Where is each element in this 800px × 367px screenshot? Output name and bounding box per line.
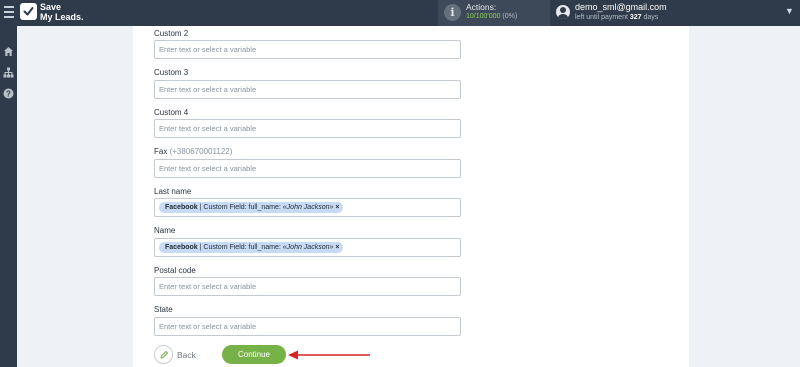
field-label-last-name: Last name — [154, 187, 192, 196]
sitemap-icon[interactable] — [3, 67, 14, 78]
tag-field: | Custom Field: full_name: — [199, 204, 281, 211]
actions-counter: i Actions: 10/100'000 (0%) — [438, 0, 550, 26]
tag-source: Facebook — [165, 244, 198, 251]
payment-prefix: left until payment — [575, 14, 628, 21]
fax-hint: (+380670001122) — [169, 147, 233, 156]
actions-total: /100'000 — [473, 13, 501, 20]
actions-percent: (0%) — [502, 13, 518, 20]
custom-4-input[interactable] — [154, 119, 461, 138]
last-name-input[interactable]: Facebook | Custom Field: full_name: «Joh… — [154, 198, 461, 217]
variable-tag[interactable]: Facebook | Custom Field: full_name: «Joh… — [159, 242, 344, 253]
fax-label: Fax — [154, 147, 168, 156]
field-label-fax: Fax (+380670001122) — [154, 147, 232, 156]
info-icon: i — [444, 4, 461, 21]
user-email[interactable]: demo_sml@gmail.com — [575, 2, 667, 12]
tag-field: | Custom Field: full_name: — [199, 244, 281, 251]
svg-text:?: ? — [6, 89, 11, 98]
field-label-state: State — [154, 305, 173, 314]
payment-status: left until payment 327 days — [575, 14, 658, 21]
annotation-arrow — [288, 350, 370, 360]
postal-code-input[interactable] — [154, 277, 461, 296]
field-label-postal-code: Postal code — [154, 266, 196, 275]
state-input[interactable] — [154, 317, 461, 336]
settings-panel — [133, 26, 689, 367]
payment-suffix: days — [643, 14, 659, 21]
actions-title: Actions: — [466, 2, 497, 12]
tag-value: «John Jackson» — [282, 244, 334, 251]
custom-3-input[interactable] — [154, 80, 461, 99]
tag-source: Facebook — [165, 204, 198, 211]
help-icon[interactable]: ? — [3, 88, 14, 99]
field-label-custom-2: Custom 2 — [154, 29, 189, 38]
chevron-down-icon[interactable]: ▼ — [785, 6, 794, 16]
remove-tag-icon[interactable]: × — [335, 244, 339, 251]
field-label-custom-4: Custom 4 — [154, 108, 189, 117]
tag-value: «John Jackson» — [282, 204, 334, 211]
logo-icon — [20, 3, 37, 20]
logo-text[interactable]: Save My Leads. — [40, 2, 84, 22]
field-label-name: Name — [154, 226, 176, 235]
user-avatar-icon[interactable] — [556, 5, 570, 19]
custom-2-input[interactable] — [154, 40, 461, 59]
logo-line-1: Save — [40, 2, 62, 12]
name-input[interactable]: Facebook | Custom Field: full_name: «Joh… — [154, 238, 461, 257]
field-label-custom-3: Custom 3 — [154, 68, 189, 77]
variable-tag[interactable]: Facebook | Custom Field: full_name: «Joh… — [159, 202, 344, 213]
logo-line-2: My Leads. — [40, 12, 84, 22]
pencil-icon — [160, 351, 168, 359]
actions-used: 10 — [466, 13, 474, 20]
actions-count: 10/100'000 (0%) — [466, 13, 517, 20]
payment-days: 327 — [629, 14, 642, 21]
menu-icon[interactable] — [4, 6, 14, 18]
top-bar: Save My Leads. i Actions: 10/100'000 (0%… — [0, 0, 800, 26]
home-icon[interactable] — [3, 46, 14, 57]
back-label[interactable]: Back — [177, 350, 196, 360]
continue-button[interactable]: Continue — [222, 345, 286, 364]
remove-tag-icon[interactable]: × — [335, 204, 339, 211]
left-sidebar: ? — [0, 26, 17, 367]
back-button[interactable] — [154, 345, 173, 364]
fax-input[interactable] — [154, 159, 461, 178]
